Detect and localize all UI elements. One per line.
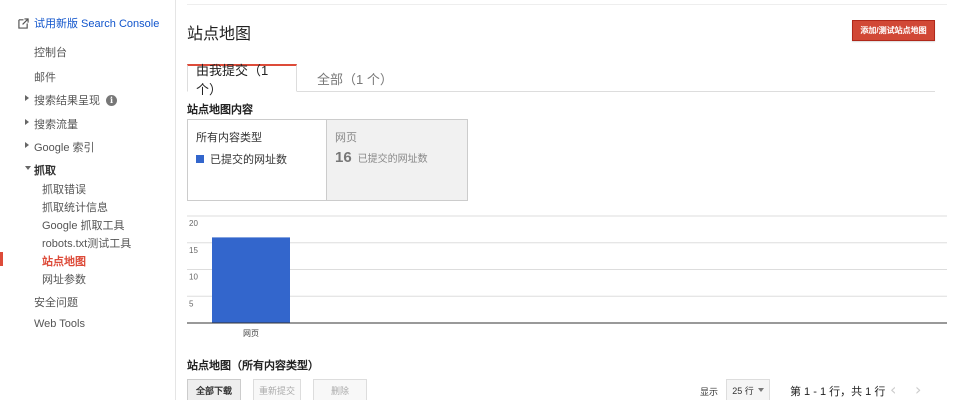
sidebar-item-crawl[interactable]: 抓取 xyxy=(34,162,56,178)
chevron-right-icon xyxy=(25,119,29,125)
submitted-urls-chart: 5 10 15 20 网页 xyxy=(187,215,947,338)
sidebar-item-security-issues[interactable]: 安全问题 xyxy=(34,294,78,310)
sidebar-item-dashboard[interactable]: 控制台 xyxy=(34,44,67,60)
sidebar-subitem-url-parameters[interactable]: 网址参数 xyxy=(42,271,86,287)
download-all-button[interactable]: 全部下载 xyxy=(187,379,241,400)
sidebar-item-label: 搜索结果呈现 xyxy=(34,95,100,107)
content-type-card-all[interactable]: 所有内容类型 已提交的网址数 xyxy=(187,119,327,201)
info-icon[interactable]: i xyxy=(106,94,117,106)
card-title: 网页 xyxy=(335,132,357,144)
submitted-count: 16 xyxy=(335,149,352,166)
tab-bar: 由我提交（1 个） 全部（1 个） xyxy=(187,63,935,97)
sidebar-item-label: 控制台 xyxy=(34,47,67,59)
legend-item: 已提交的网址数 xyxy=(196,151,287,167)
chevron-down-icon xyxy=(25,166,31,170)
submitted-url-stat: 16 已提交的网址数 xyxy=(335,149,428,166)
sidebar-item-label: 安全问题 xyxy=(34,297,78,309)
active-indicator xyxy=(0,252,3,266)
add-test-sitemap-button[interactable]: 添加/测试站点地图 xyxy=(852,20,935,41)
sitemap-contents-heading: 站点地图内容 xyxy=(187,104,253,116)
rows-per-page-value: 25 行 xyxy=(732,385,754,396)
bar[interactable] xyxy=(212,237,290,323)
external-link-icon xyxy=(18,17,29,29)
tab-all[interactable]: 全部（1 个） xyxy=(309,64,401,92)
sidebar-item-label: Web Tools xyxy=(34,318,85,330)
sidebar-subitem-sitemaps[interactable]: 站点地图 xyxy=(42,253,86,269)
x-tick-label: 网页 xyxy=(243,329,259,338)
sidebar-subitem-fetch-as-google[interactable]: Google 抓取工具 xyxy=(42,217,125,233)
sitemap-table-heading: 站点地图（所有内容类型） xyxy=(187,360,319,372)
sidebar-item-google-index[interactable]: Google 索引 xyxy=(34,139,95,155)
pagination-range: 第 1 - 1 行，共 1 行 xyxy=(790,386,886,398)
sidebar-item-web-tools[interactable]: Web Tools xyxy=(34,318,85,330)
prev-page-icon[interactable]: ‹ xyxy=(890,380,896,399)
legend-label: 已提交的网址数 xyxy=(210,154,287,166)
rows-per-page-select[interactable]: 25 行 xyxy=(726,379,770,400)
sidebar-subitem-robots-tester[interactable]: robots.txt测试工具 xyxy=(42,235,131,251)
next-page-icon[interactable]: › xyxy=(915,380,921,399)
content-type-card-web[interactable]: 网页 16 已提交的网址数 xyxy=(326,119,468,201)
sidebar-item-label: 邮件 xyxy=(34,72,56,84)
sidebar-item-label: 抓取 xyxy=(34,165,56,177)
sidebar-item-label: Google 索引 xyxy=(34,142,95,154)
main-content: 站点地图 添加/测试站点地图 由我提交（1 个） 全部（1 个） 站点地图内容 … xyxy=(187,0,964,400)
chevron-right-icon xyxy=(25,95,29,101)
submitted-count-label: 已提交的网址数 xyxy=(357,154,428,165)
sidebar-item-search-traffic[interactable]: 搜索流量 xyxy=(34,116,78,132)
tab-submitted-by-me[interactable]: 由我提交（1 个） xyxy=(187,63,297,97)
try-new-search-console-link[interactable]: 试用新版 Search Console xyxy=(18,15,159,31)
sidebar-item-label: 搜索流量 xyxy=(34,119,78,131)
y-tick-label: 20 xyxy=(189,219,198,228)
sidebar-subitem-crawl-stats[interactable]: 抓取统计信息 xyxy=(42,199,108,215)
dropdown-arrow-icon xyxy=(757,388,764,392)
card-title: 所有内容类型 xyxy=(196,132,262,144)
resubmit-button[interactable]: 重新提交 xyxy=(253,379,301,400)
y-tick-label: 10 xyxy=(189,273,198,282)
sidebar-subitem-crawl-errors[interactable]: 抓取错误 xyxy=(42,181,86,197)
legend-swatch xyxy=(196,155,204,163)
page-title: 站点地图 xyxy=(187,26,252,43)
chevron-right-icon xyxy=(25,142,29,148)
divider xyxy=(187,4,947,5)
show-rows-label: 显示 xyxy=(700,387,719,397)
try-new-label: 试用新版 Search Console xyxy=(34,18,160,30)
sidebar-item-messages[interactable]: 邮件 xyxy=(34,69,56,85)
y-tick-label: 15 xyxy=(189,246,198,255)
y-tick-label: 5 xyxy=(189,299,194,308)
sidebar-item-search-appearance[interactable]: 搜索结果呈现 i xyxy=(34,92,117,108)
sidebar: 试用新版 Search Console 控制台 邮件 搜索结果呈现 i 搜索流量… xyxy=(0,0,176,400)
delete-button[interactable]: 删除 xyxy=(313,379,367,400)
